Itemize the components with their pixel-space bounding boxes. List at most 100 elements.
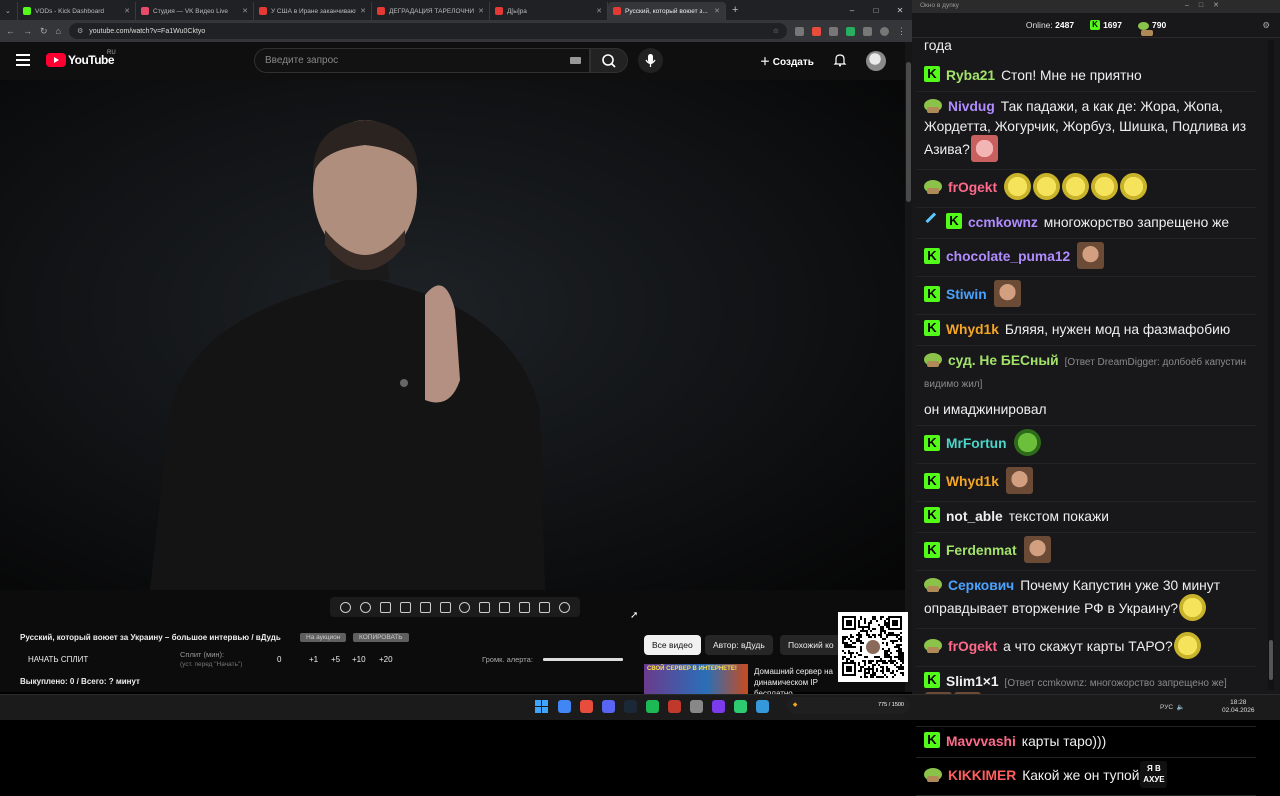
menu-kebab-icon[interactable]: ⋮ (897, 26, 906, 37)
chat-username[interactable]: Slim1×1 (946, 674, 999, 689)
keyboard-icon[interactable] (570, 57, 581, 64)
chat-username[interactable]: Whyd1k (946, 322, 999, 337)
frames-icon[interactable] (439, 601, 451, 613)
reload-icon[interactable]: ↻ (40, 26, 48, 37)
back-icon[interactable]: ← (6, 26, 15, 36)
page-scrollbar[interactable] (905, 42, 912, 692)
maximize-icon[interactable]: □ (864, 6, 888, 15)
chat-window-controls[interactable]: –□✕ (1185, 1, 1229, 9)
tab-search-button[interactable]: ⌄ (0, 2, 18, 20)
filter-author[interactable]: Автор: вДудь (705, 635, 773, 655)
split-plus-20-button[interactable]: +20 (379, 655, 393, 664)
home-icon[interactable]: ⌂ (56, 26, 61, 36)
profile-icon[interactable] (880, 26, 889, 36)
start-split-button[interactable]: НАЧАТЬ СПЛИТ (28, 655, 88, 664)
url-field[interactable]: ⚙ youtube.com/watch?v=Fa1Wu0Cktyo ☆ (68, 23, 787, 39)
chat-username[interactable]: суд. Не БЕСный (948, 353, 1059, 368)
split-plus-5-button[interactable]: +5 (331, 655, 340, 664)
speed-icon[interactable] (459, 601, 471, 613)
taskbar-app-icon[interactable] (712, 700, 725, 713)
taskbar-app-icon[interactable] (668, 700, 681, 713)
pip-icon[interactable] (419, 601, 431, 613)
bookmark-star-icon[interactable]: ☆ (773, 27, 779, 35)
chat-username[interactable]: frOgekt (948, 180, 997, 195)
chat-username[interactable]: ccmkownz (968, 215, 1038, 230)
tab-close-icon[interactable]: ✕ (242, 7, 248, 15)
browser-tab[interactable]: ДЕГРАДАЦИЯ ТАРЕЛОЧНИЦ ✕ (372, 2, 490, 20)
clapper-icon[interactable] (399, 601, 411, 613)
voice-search-button[interactable] (638, 48, 663, 73)
extension-icon[interactable] (795, 26, 804, 36)
notifications-bell-icon[interactable] (833, 53, 847, 67)
volume-icon[interactable]: 🔈 (1177, 704, 1185, 711)
browser-tab[interactable]: Студия — VK Видео Live ✕ (136, 2, 254, 20)
camera-icon[interactable] (518, 601, 530, 613)
add-icon[interactable] (479, 601, 491, 613)
taskbar-app-icon[interactable] (646, 700, 659, 713)
chat-username[interactable]: Nivdug (948, 99, 995, 114)
tab-close-icon[interactable]: ✕ (124, 7, 130, 15)
taskbar-clock[interactable]: 18:28 02.04.2026 (1222, 699, 1255, 715)
forward-icon[interactable]: → (23, 26, 32, 36)
gear-icon[interactable] (558, 601, 570, 613)
taskbar-app-icon[interactable] (602, 700, 615, 713)
browser-tab[interactable]: Русский, который воюет з... ✕ (608, 2, 726, 20)
chat-username[interactable]: MrFortun (946, 436, 1007, 451)
taskbar-app-icon[interactable] (624, 700, 637, 713)
split-plus-1-button[interactable]: +1 (309, 655, 318, 664)
split-plus-10-button[interactable]: +10 (352, 655, 366, 664)
windows-start-icon[interactable] (535, 700, 548, 713)
chat-username[interactable]: frOgekt (948, 639, 997, 654)
taskbar-app-icon[interactable] (690, 700, 703, 713)
taskbar-app-icon[interactable] (580, 700, 593, 713)
tab-close-icon[interactable]: ✕ (714, 7, 720, 15)
browser-tab[interactable]: У США в Иране заканчиваются ✕ (254, 2, 372, 20)
download-icon[interactable] (863, 26, 872, 36)
site-info-icon[interactable]: ⚙ (77, 27, 83, 35)
search-input[interactable]: Введите запрос (254, 48, 590, 73)
extension-icon[interactable] (829, 26, 838, 36)
chat-settings-gear-icon[interactable]: ⚙ (1262, 20, 1270, 31)
game-tray-widget[interactable]: ◆ 775 / 1500 (787, 697, 910, 714)
auction-button[interactable]: На аукцион (300, 633, 347, 642)
video-player[interactable] (0, 80, 905, 590)
copy-button[interactable]: КОПИРОВАТЬ (353, 633, 409, 642)
search-button[interactable] (590, 48, 628, 73)
taskbar-app-icon[interactable] (558, 700, 571, 713)
taskbar-app-icon[interactable] (756, 700, 769, 713)
tab-close-icon[interactable]: ✕ (478, 7, 484, 15)
chat-username[interactable]: Whyd1k (946, 474, 999, 489)
youtube-logo-icon[interactable] (46, 53, 66, 67)
filter-similar[interactable]: Похожий ко (780, 635, 840, 655)
close-icon[interactable]: ✕ (888, 6, 912, 15)
extension-icon[interactable] (846, 26, 855, 36)
broadcast-icon[interactable] (360, 601, 372, 613)
chat-username[interactable]: Ferdenmat (946, 543, 1017, 558)
taskbar-app-icon[interactable] (734, 700, 747, 713)
chat-username[interactable]: not_able (946, 509, 1003, 524)
menu-hamburger-icon[interactable] (16, 54, 30, 69)
chat-scrollbar[interactable] (1268, 40, 1274, 690)
split-value[interactable]: 0 (277, 655, 281, 664)
chat-username[interactable]: Mavvvashi (946, 734, 1016, 749)
browser-tab[interactable]: Д[ы]ра ✕ (490, 2, 608, 20)
language-indicator[interactable]: РУС (1160, 704, 1173, 711)
alert-volume-slider[interactable] (543, 658, 623, 661)
account-avatar[interactable] (866, 51, 886, 71)
create-button[interactable]: ＋ Создать (760, 53, 814, 68)
tab-close-icon[interactable]: ✕ (360, 7, 366, 15)
cast-icon[interactable] (380, 601, 392, 613)
filter-all-videos[interactable]: Все видео (644, 635, 701, 655)
chat-username[interactable]: Серкович (948, 578, 1014, 593)
new-tab-button[interactable]: + (732, 4, 738, 16)
chat-username[interactable]: chocolate_puma12 (946, 249, 1070, 264)
chat-username[interactable]: Ryba21 (946, 68, 995, 83)
tab-close-icon[interactable]: ✕ (596, 7, 602, 15)
loop-icon[interactable] (340, 601, 352, 613)
keyboard-icon[interactable] (499, 601, 511, 613)
recommended-thumbnail[interactable]: СВОЙ СЕРВЕР В ИНТЕРНЕТЕ! (644, 664, 748, 694)
chat-username[interactable]: Stiwin (946, 287, 987, 302)
minimize-icon[interactable]: – (840, 6, 864, 15)
browser-tab[interactable]: VODs - Kick Dashboard ✕ (18, 2, 136, 20)
extension-icon[interactable] (812, 26, 821, 36)
